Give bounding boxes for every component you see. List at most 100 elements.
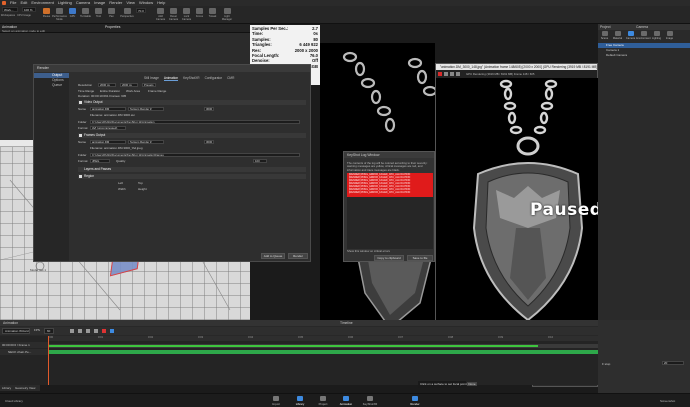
frames-render-option-dropdown[interactable]: System Render # [128,140,164,144]
add-to-queue-button[interactable]: Add to Queue [261,253,285,259]
fps-input[interactable]: 60 [44,328,54,334]
save-to-file-button[interactable]: Save to file [407,255,433,261]
animation-icon [343,396,349,401]
workspace-select[interactable]: Work... [2,7,18,12]
add-camera-button[interactable]: Add Camera [154,7,167,23]
tab-animation[interactable]: Animation [163,76,179,81]
time-range-frame-range[interactable]: Frame Range [148,89,166,93]
lock-camera-button[interactable]: Lock Camera [180,7,193,23]
turntable-icon [82,8,89,14]
frames-output-section[interactable]: Frames Output [78,133,306,138]
show-on-errors-checkbox[interactable]: Show this window on critical errors [347,249,390,253]
performance-mode-button[interactable]: Performance Mode [52,7,67,23]
tweak-button[interactable]: Tweak [206,7,219,23]
video-quality-input[interactable]: 3000 [204,107,214,111]
perspective-button[interactable]: Perspective [118,7,136,23]
time-range-work-area[interactable]: Work Area [126,89,140,93]
frames-output-checkbox[interactable] [79,134,82,137]
frames-name-input[interactable]: animation.DM [90,140,126,144]
cloud-library-button[interactable]: Cloud Library [5,399,23,403]
tool-button[interactable]: Tool [92,7,105,23]
f-stop-input[interactable]: 20 [662,361,684,365]
animation-wizard-button[interactable]: Animation Wizard [2,328,30,334]
duration-text: Duration: 00:00:10:091 Frames: 605 [78,94,127,98]
frames-folder-label: Folder [78,153,87,157]
frames-quality-input[interactable]: 3000 [204,140,214,144]
timeline-row-chain[interactable]: NECK chain Pe... [0,349,48,355]
tab-library[interactable]: Library [2,385,11,391]
nav-render[interactable]: Render [405,395,425,407]
frames-filename-text: Filename: animation.DM.3000_%d.jpeg [90,146,143,150]
gpu-button[interactable]: GPU [66,7,79,23]
pan-button[interactable]: Pan [105,7,118,23]
nav-animation[interactable]: Animation [336,395,356,407]
log-error-line: [RENDER] PNNG_ERROR_FAILED_CPU_ALLOCATIO… [349,191,411,194]
frames-format-dropdown[interactable]: JPEG [90,159,110,163]
animation-clip-bar[interactable] [48,350,598,354]
log-body[interactable] [347,197,433,249]
region-checkbox[interactable] [79,175,82,178]
tab-geometry-view[interactable]: Geometry View [15,385,35,391]
pause-render-icon[interactable] [444,72,448,76]
light-manager-button[interactable]: Light Manager [219,7,235,23]
tab-still-image[interactable]: Still Image [144,76,159,81]
tab-environment[interactable]: Environment [636,30,651,42]
region-section[interactable]: Region [78,174,306,179]
region-top[interactable]: Top [138,181,143,185]
video-render-option-dropdown[interactable]: System Render # [128,107,164,111]
zoom-select[interactable]: 100 % [22,7,36,12]
timeline-playhead[interactable] [48,336,49,385]
tab-cmr[interactable]: CMR [227,76,234,81]
focus-icon [196,8,203,14]
layers-passes-section[interactable]: Layers and Passes [78,167,306,172]
tab-scene[interactable]: Scene [598,30,611,42]
video-folder-input[interactable]: C:\Users\Public\Documents\KeyShot 11\Ani… [90,120,300,124]
copy-to-clipboard-button[interactable]: Copy to clipboard [374,255,404,261]
import-icon [273,396,279,401]
render-button[interactable]: Render [288,253,308,259]
animation-clip-bar[interactable] [48,345,538,347]
quality-input[interactable]: 100 [253,159,267,163]
resolution-width-input[interactable]: 2000 px [98,83,116,87]
video-format-dropdown[interactable]: AVI (uncompressed) [90,126,126,130]
tab-material[interactable]: Material [611,30,624,42]
video-name-input[interactable]: animation.DM [90,107,126,111]
nav-project[interactable]: Project [313,395,333,407]
render-side-queue[interactable]: Queue [34,83,69,88]
performance-icon [56,8,63,14]
turntable-button[interactable]: Turntable [79,7,92,23]
stop-render-icon[interactable] [438,72,442,76]
compare-icon[interactable] [456,72,460,76]
resolution-height-input[interactable]: 2000 px [120,83,138,87]
region-left[interactable]: Left [118,181,123,185]
save-image-icon[interactable] [450,72,454,76]
region-width[interactable]: Width [118,187,126,191]
time-range-entire[interactable]: Entire Duration [100,89,120,93]
tab-image[interactable]: Image [663,30,676,42]
pause-button[interactable]: Pause [40,7,53,23]
timeline-ruler[interactable]: 0:00 0:01 0:02 0:03 0:04 0:05 0:06 0:07 … [48,336,598,341]
tab-configurator[interactable]: Configurator [205,76,223,81]
frames-folder-input[interactable]: C:\Users\Public\Documents\KeyShot 11\Ani… [90,153,300,157]
tab-camera[interactable]: Camera [624,30,637,42]
tab-lighting[interactable]: Lighting [650,30,663,42]
keyshotxr-icon [367,396,373,401]
video-output-checkbox[interactable] [79,101,82,104]
nav-import[interactable]: Import [266,395,286,407]
focus-button[interactable]: Focus [193,7,206,23]
timeline-row-time[interactable]: 00:00:00:0 / Frame 1 [0,342,48,348]
light-manager-icon [223,8,231,14]
region-height[interactable]: Height [138,187,147,191]
scene-icon [601,31,608,36]
video-output-section[interactable]: Video Output [78,100,306,105]
hint-done-button[interactable]: Done [467,382,477,386]
tab-keyshotxr[interactable]: KeyShotXR [183,76,199,81]
presets-dropdown[interactable]: Presets [142,83,156,87]
reset-camera-button[interactable]: Reset Camera [167,7,180,23]
nav-library[interactable]: Library [290,395,310,407]
camera-list-item[interactable]: Default Camera [598,53,690,58]
focal-length-field[interactable]: 70.0 [136,8,146,13]
nav-keyshotxr[interactable]: KeyShotXR [360,395,380,407]
screenshot-button[interactable]: Screenshot [660,399,675,403]
library-icon [297,396,303,401]
